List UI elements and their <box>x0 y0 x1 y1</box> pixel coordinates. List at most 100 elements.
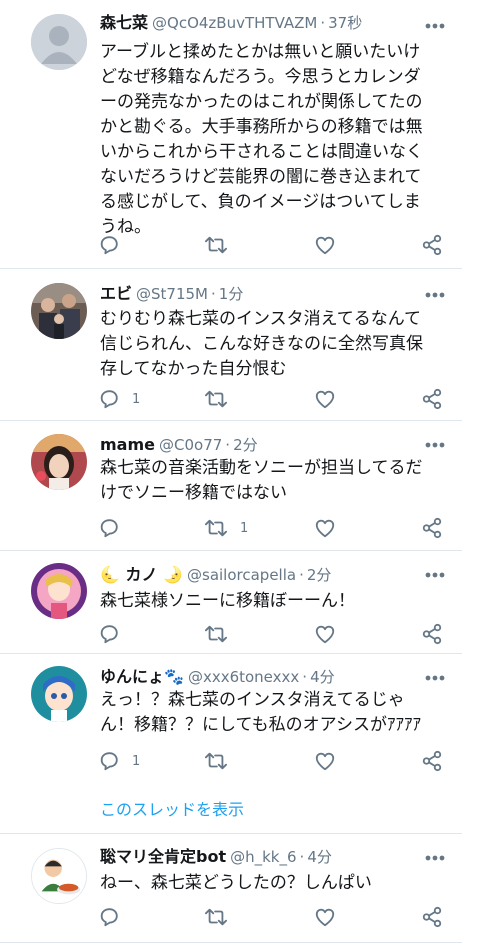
avatar[interactable] <box>31 14 87 70</box>
tweet-actions: 1 <box>96 515 456 541</box>
tweet-header: mame @C0o77 · 2分 <box>100 435 258 454</box>
share-button[interactable] <box>421 904 443 930</box>
more-options-icon[interactable] <box>424 285 446 305</box>
timestamp[interactable]: 4分 <box>307 848 332 866</box>
heart-icon <box>315 752 335 771</box>
tweet-header: 聡マリ全肯定bot @h_kk_6 · 4分 <box>100 847 332 866</box>
display-name[interactable]: ゆんにょ🐾 <box>100 667 184 686</box>
timestamp[interactable]: 37秒 <box>328 14 362 32</box>
tweet-actions: 1 <box>96 386 456 412</box>
tweet-actions <box>96 904 456 930</box>
more-options-icon[interactable] <box>424 848 446 868</box>
reply-icon <box>100 908 118 927</box>
display-name[interactable]: 聡マリ全肯定bot <box>100 847 226 866</box>
share-button[interactable] <box>421 748 443 774</box>
tweet-text: ねー、森七菜どうしたの？しんぱい <box>100 873 372 893</box>
people-photo-avatar-icon <box>31 283 87 339</box>
avatar[interactable] <box>31 563 87 619</box>
retweet-button[interactable] <box>204 386 240 412</box>
more-options-icon[interactable] <box>424 435 446 455</box>
retweet-button[interactable]: 1 <box>204 515 248 541</box>
tweet[interactable]: mame @C0o77 · 2分 森七菜の音楽活動をソニーが担当してるだ けでソニー移… <box>0 421 480 550</box>
girl-photo-avatar-icon <box>31 434 87 490</box>
more-options-icon[interactable] <box>424 565 446 585</box>
reply-button[interactable] <box>98 232 132 258</box>
share-icon <box>422 388 442 410</box>
tweet-header: エビ @St715M · 1分 <box>100 284 244 303</box>
tweet-actions: 1 <box>96 748 456 774</box>
share-icon <box>422 517 442 539</box>
tweet-header: ゆんにょ🐾 @xxx6tonexxx · 4分 <box>100 667 335 686</box>
default-avatar-icon <box>31 14 87 70</box>
user-handle[interactable]: @h_kk_6 <box>230 848 296 866</box>
reply-button[interactable] <box>98 904 132 930</box>
tweet[interactable]: 聡マリ全肯定bot @h_kk_6 · 4分 ねー、森七菜どうしたの？しんぱい <box>0 834 480 942</box>
reply-button[interactable] <box>98 621 132 647</box>
retweet-icon <box>205 625 227 643</box>
avatar[interactable] <box>31 434 87 490</box>
retweet-icon <box>205 908 227 926</box>
avatar[interactable] <box>31 666 87 722</box>
timestamp[interactable]: 2分 <box>233 436 258 454</box>
retweet-button[interactable] <box>204 748 240 774</box>
retweet-button[interactable] <box>204 904 240 930</box>
reply-button[interactable]: 1 <box>98 386 140 412</box>
user-handle[interactable]: @sailorcapella <box>187 566 296 584</box>
display-name[interactable]: 🌜 カノ 🌛 <box>100 565 183 584</box>
avatar[interactable] <box>31 283 87 339</box>
share-icon <box>422 623 442 645</box>
tweet-text: 森七菜様ソニーに移籍ぼーーん！ <box>100 591 355 611</box>
user-handle[interactable]: @xxx6tonexxx <box>188 668 299 686</box>
share-icon <box>422 750 442 772</box>
display-name[interactable]: mame <box>100 435 155 454</box>
share-button[interactable] <box>421 515 443 541</box>
like-button[interactable] <box>314 386 336 412</box>
heart-icon <box>315 390 335 409</box>
tweet-text: えっ！？森七菜のインスタ消えてるじゃ ん！移籍？？にしても私のオアシスがｱｱｱｱ <box>100 690 421 735</box>
like-button[interactable] <box>314 904 336 930</box>
like-button[interactable] <box>314 748 336 774</box>
tweet-text: 森七菜の音楽活動をソニーが担当してるだ けでソニー移籍ではない <box>100 458 423 503</box>
tweet-header: 🌜 カノ 🌛 @sailorcapella · 2分 <box>100 565 332 584</box>
like-button[interactable] <box>314 621 336 647</box>
retweet-icon <box>205 236 227 254</box>
tweet-text: むりむり森七菜のインスタ消えてるなんて 信じられん、こんな好きなのに全然写真保 … <box>100 309 423 379</box>
tweet[interactable]: 🌜 カノ 🌛 @sailorcapella · 2分 森七菜様ソニーに移籍ぼーーん！ <box>0 551 480 653</box>
retweet-button[interactable] <box>204 232 240 258</box>
heart-icon <box>315 236 335 255</box>
illustration-man-avatar-icon <box>32 849 86 903</box>
more-options-icon[interactable] <box>424 16 446 36</box>
user-handle[interactable]: @QcO4zBuvTHTVAZM <box>152 14 317 32</box>
reply-button[interactable] <box>98 515 132 541</box>
show-thread-link[interactable]: このスレッドを表示 <box>100 796 244 820</box>
like-button[interactable] <box>314 232 336 258</box>
tweet[interactable]: 森七菜 @QcO4zBuvTHTVAZM · 37秒 アーブルと揉めたとかは無いと願い… <box>0 0 480 268</box>
timestamp[interactable]: 1分 <box>219 285 244 303</box>
reply-icon <box>100 236 118 255</box>
display-name[interactable]: エビ <box>100 284 132 303</box>
retweet-count: 1 <box>240 520 249 536</box>
share-button[interactable] <box>421 621 443 647</box>
reply-button[interactable]: 1 <box>98 748 140 774</box>
tweet-header: 森七菜 @QcO4zBuvTHTVAZM · 37秒 <box>100 13 363 32</box>
retweet-icon <box>205 752 227 770</box>
user-handle[interactable]: @C0o77 <box>159 436 222 454</box>
tweet-text: アーブルと揉めたとかは無いと願いたいけ どなぜ移籍なんだろう。今思うとカレンダ … <box>100 42 423 237</box>
timestamp[interactable]: 2分 <box>307 566 332 584</box>
avatar[interactable] <box>31 848 87 904</box>
reply-icon <box>100 519 118 538</box>
share-button[interactable] <box>421 386 443 412</box>
share-icon <box>422 234 442 256</box>
tweet[interactable]: エビ @St715M · 1分 むりむり森七菜のインスタ消えてるなんて 信じられん、こ… <box>0 269 480 420</box>
like-button[interactable] <box>314 515 336 541</box>
timestamp[interactable]: 4分 <box>310 668 335 686</box>
share-button[interactable] <box>421 232 443 258</box>
tweet-actions <box>96 232 456 258</box>
reply-count: 1 <box>132 391 141 407</box>
display-name[interactable]: 森七菜 <box>100 13 148 32</box>
heart-icon <box>315 519 335 538</box>
retweet-button[interactable] <box>204 621 240 647</box>
user-handle[interactable]: @St715M <box>136 285 208 303</box>
reply-icon <box>100 752 118 771</box>
more-options-icon[interactable] <box>424 668 446 688</box>
